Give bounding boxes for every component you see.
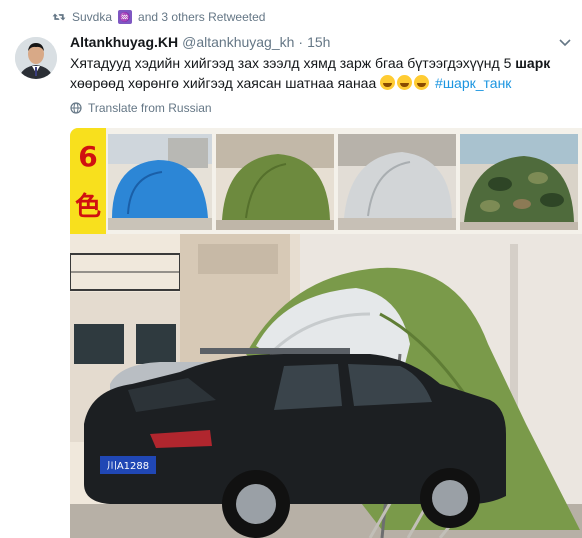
hashtag-link[interactable]: #шарк_танк: [435, 75, 511, 91]
timestamp[interactable]: 15h: [307, 34, 330, 50]
aquarius-emoji-icon: ♒: [118, 10, 133, 24]
blue-tent-thumbnail: [108, 134, 212, 230]
badge-number: 6: [78, 140, 98, 173]
profile-photo: [15, 37, 57, 79]
translate-label: Translate from Russian: [88, 101, 212, 115]
retweet-icon: [52, 13, 66, 21]
laughing-emoji-icon: [397, 75, 413, 90]
retweet-suffix: and 3 others Retweeted: [138, 10, 266, 24]
separator-dot: ·: [298, 34, 304, 50]
license-plate: 川A1288: [107, 461, 149, 472]
tweet-media-image[interactable]: 6 色 川A1288: [70, 128, 582, 538]
avatar[interactable]: [15, 37, 57, 79]
silver-tent-thumbnail: [338, 134, 456, 230]
tweet-text-bold: шарк: [515, 55, 551, 71]
user-handle[interactable]: @altankhuyag_kh: [182, 34, 294, 50]
laughing-emoji-icon: [380, 75, 396, 90]
camouflage-tent-thumbnail: [460, 134, 578, 230]
laughing-emoji-icon: [414, 75, 430, 90]
globe-icon: [70, 102, 82, 114]
badge-char: 色: [74, 192, 101, 222]
green-tent-thumbnail: [216, 134, 334, 230]
translate-link[interactable]: Translate from Russian: [70, 101, 212, 115]
retweeter-name[interactable]: Suvdka: [72, 10, 112, 24]
car-tent-photo: 川A1288: [70, 234, 582, 538]
tweet-header: Altankhuyag.KH @altankhuyag_kh · 15h: [70, 34, 330, 50]
color-count-badge: 6 色: [70, 128, 106, 234]
retweet-context[interactable]: Suvdka ♒ and 3 others Retweeted: [52, 10, 265, 24]
tweet-text-part1: Хятадууд хэдийн хийгээд зах зээлд хямд з…: [70, 55, 512, 71]
tweet-text-part2: хөөрөөд хөрөнгө хийгээд хаясан шатнаа яа…: [70, 75, 377, 91]
chevron-down-icon[interactable]: [558, 38, 572, 48]
tweet-text: Хятадууд хэдийн хийгээд зах зээлд хямд з…: [70, 53, 570, 93]
display-name[interactable]: Altankhuyag.KH: [70, 34, 178, 50]
